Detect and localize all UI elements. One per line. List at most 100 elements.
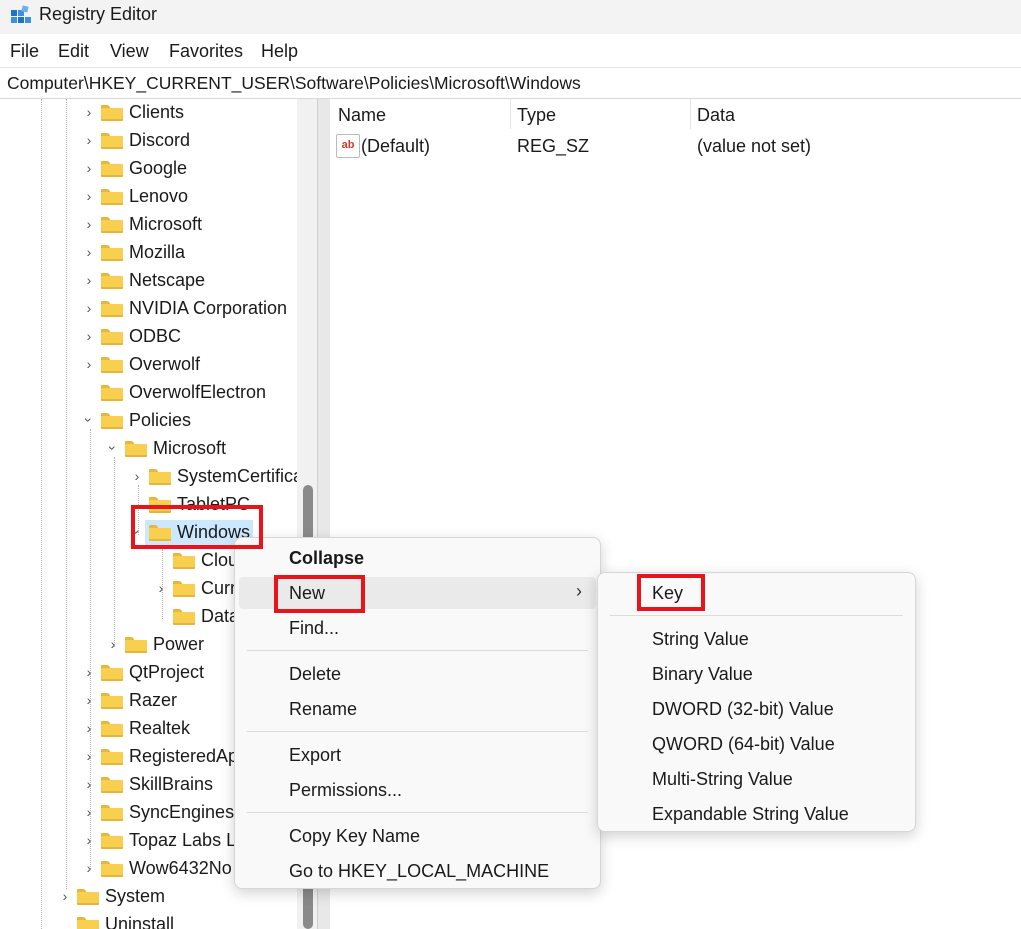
tree-node-overwolf[interactable]: › Overwolf bbox=[0, 351, 297, 379]
submenu-item-multi-string-value[interactable]: Multi-String Value bbox=[598, 763, 915, 795]
annotation-highlight-new bbox=[274, 575, 365, 613]
chevron-right-icon[interactable]: › bbox=[82, 356, 96, 372]
chevron-right-icon[interactable]: › bbox=[82, 216, 96, 232]
tree-node-nvidia[interactable]: › NVIDIA Corporation bbox=[0, 295, 297, 323]
chevron-down-icon[interactable]: › bbox=[81, 413, 97, 427]
menu-item-label: Permissions... bbox=[289, 780, 403, 800]
menu-file[interactable]: File bbox=[10, 41, 39, 62]
chevron-right-icon[interactable]: › bbox=[82, 272, 96, 288]
chevron-right-icon[interactable]: › bbox=[82, 188, 96, 204]
tree-node-mozilla[interactable]: › Mozilla bbox=[0, 239, 297, 267]
tree-node-discord[interactable]: › Discord bbox=[0, 127, 297, 155]
tree-node-lenovo[interactable]: › Lenovo bbox=[0, 183, 297, 211]
folder-icon bbox=[101, 245, 123, 261]
chevron-right-icon[interactable]: › bbox=[58, 888, 72, 904]
folder-icon bbox=[101, 329, 123, 345]
menu-separator bbox=[247, 812, 588, 813]
menu-item-label: Export bbox=[289, 745, 342, 765]
chevron-right-icon[interactable]: › bbox=[82, 328, 96, 344]
menu-item-copy-key-name[interactable]: Copy Key Name bbox=[235, 820, 600, 852]
menu-item-collapse[interactable]: Collapse bbox=[235, 542, 600, 574]
tree-node-label: Wow6432No bbox=[129, 858, 232, 878]
chevron-right-icon[interactable]: › bbox=[82, 748, 96, 764]
chevron-right-icon[interactable]: › bbox=[82, 692, 96, 708]
column-divider[interactable] bbox=[510, 99, 511, 129]
chevron-right-icon[interactable]: › bbox=[82, 664, 96, 680]
folder-icon bbox=[101, 861, 123, 877]
menu-favorites[interactable]: Favorites bbox=[169, 41, 243, 62]
folder-icon bbox=[101, 189, 123, 205]
menu-item-label: Go to HKEY_LOCAL_MACHINE bbox=[289, 861, 550, 881]
chevron-right-icon[interactable]: › bbox=[154, 580, 168, 596]
chevron-down-icon[interactable]: › bbox=[105, 441, 121, 455]
chevron-right-icon[interactable]: › bbox=[82, 860, 96, 876]
tree-node-overwolfelectron[interactable]: OverwolfElectron bbox=[0, 379, 297, 407]
chevron-right-icon[interactable]: › bbox=[82, 832, 96, 848]
chevron-right-icon[interactable]: › bbox=[82, 160, 96, 176]
chevron-right-icon[interactable]: › bbox=[82, 104, 96, 120]
menu-item-label: Multi-String Value bbox=[652, 769, 793, 789]
menu-item-rename[interactable]: Rename bbox=[235, 693, 600, 725]
folder-icon bbox=[101, 161, 123, 177]
tree-node-label: OverwolfElectron bbox=[129, 382, 267, 402]
tree-node-policies-microsoft[interactable]: › Microsoft bbox=[0, 435, 297, 463]
chevron-right-icon[interactable]: › bbox=[82, 132, 96, 148]
tree-node-odbc[interactable]: › ODBC bbox=[0, 323, 297, 351]
column-header-name[interactable]: Name bbox=[338, 105, 386, 126]
folder-icon bbox=[101, 133, 123, 149]
tree-node-clients[interactable]: › Clients bbox=[0, 99, 297, 127]
annotation-highlight-windows bbox=[131, 505, 263, 549]
chevron-right-icon[interactable]: › bbox=[82, 804, 96, 820]
menu-item-label: Binary Value bbox=[652, 664, 753, 684]
submenu-item-dword-value[interactable]: DWORD (32-bit) Value bbox=[598, 693, 915, 725]
folder-icon bbox=[101, 693, 123, 709]
chevron-right-icon[interactable]: › bbox=[82, 776, 96, 792]
chevron-right-icon[interactable]: › bbox=[82, 300, 96, 316]
tree-node-netscape[interactable]: › Netscape bbox=[0, 267, 297, 295]
folder-icon bbox=[101, 721, 123, 737]
column-header-type[interactable]: Type bbox=[517, 105, 556, 126]
tree-node-label: Netscape bbox=[129, 270, 206, 290]
submenu-item-expandable-string-value[interactable]: Expandable String Value bbox=[598, 798, 915, 830]
menu-edit[interactable]: Edit bbox=[58, 41, 89, 62]
chevron-right-icon[interactable]: › bbox=[82, 720, 96, 736]
folder-icon bbox=[101, 105, 123, 121]
menu-help[interactable]: Help bbox=[261, 41, 298, 62]
tree-node-systemcertificates[interactable]: › SystemCertifica bbox=[0, 463, 303, 491]
chevron-right-icon[interactable]: › bbox=[130, 468, 144, 484]
tree-node-label: Mozilla bbox=[129, 242, 186, 262]
column-header-data[interactable]: Data bbox=[697, 105, 735, 126]
menu-item-label: Delete bbox=[289, 664, 342, 684]
folder-icon bbox=[101, 301, 123, 317]
address-bar[interactable]: Computer\HKEY_CURRENT_USER\Software\Poli… bbox=[0, 67, 1021, 100]
tree-node-microsoft[interactable]: › Microsoft bbox=[0, 211, 297, 239]
submenu-item-string-value[interactable]: String Value bbox=[598, 623, 915, 655]
tree-node-label: Realtek bbox=[129, 718, 191, 738]
folder-icon bbox=[101, 357, 123, 373]
folder-icon bbox=[173, 553, 195, 569]
tree-node-uninstall[interactable]: Uninstall bbox=[0, 911, 297, 929]
tree-node-label: NVIDIA Corporation bbox=[129, 298, 288, 318]
menu-item-goto-hklm[interactable]: Go to HKEY_LOCAL_MACHINE bbox=[235, 855, 600, 887]
submenu-item-qword-value[interactable]: QWORD (64-bit) Value bbox=[598, 728, 915, 760]
menu-item-find[interactable]: Find... bbox=[235, 612, 600, 644]
tree-node-label: Discord bbox=[129, 130, 191, 150]
tree-node-label: Power bbox=[153, 634, 205, 654]
column-divider[interactable] bbox=[690, 99, 691, 129]
menu-item-permissions[interactable]: Permissions... bbox=[235, 774, 600, 806]
tree-node-google[interactable]: › Google bbox=[0, 155, 297, 183]
menu-view[interactable]: View bbox=[110, 41, 149, 62]
tree-node-policies[interactable]: › Policies bbox=[0, 407, 297, 435]
menu-item-label: QWORD (64-bit) Value bbox=[652, 734, 835, 754]
submenu-item-binary-value[interactable]: Binary Value bbox=[598, 658, 915, 690]
folder-icon bbox=[77, 889, 99, 905]
value-type: REG_SZ bbox=[517, 136, 590, 156]
menu-item-export[interactable]: Export bbox=[235, 739, 600, 771]
address-path[interactable]: Computer\HKEY_CURRENT_USER\Software\Poli… bbox=[7, 73, 581, 94]
chevron-right-icon[interactable]: › bbox=[82, 244, 96, 260]
tree-node-label: Microsoft bbox=[129, 214, 203, 234]
tree-node-label: SystemCertifica bbox=[177, 466, 304, 486]
tree-node-label: Lenovo bbox=[129, 186, 189, 206]
menu-item-delete[interactable]: Delete bbox=[235, 658, 600, 690]
chevron-right-icon[interactable]: › bbox=[106, 636, 120, 652]
